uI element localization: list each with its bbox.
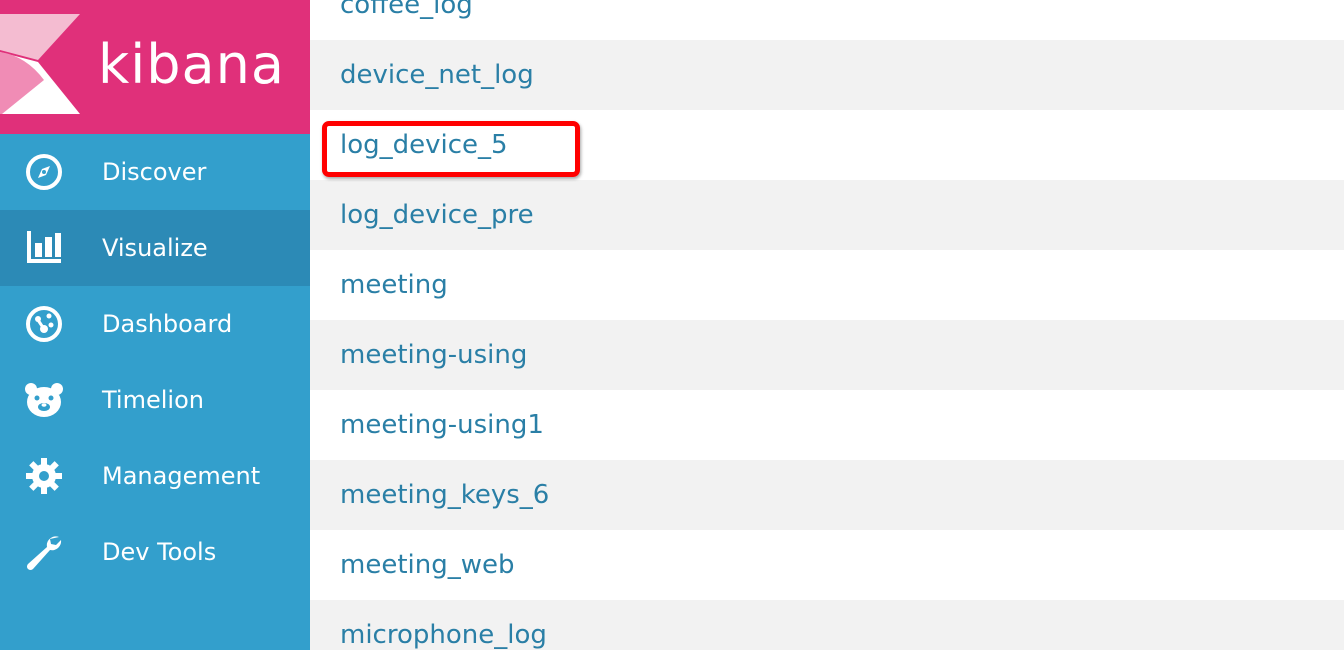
- list-item-link[interactable]: log_device_pre: [340, 180, 534, 250]
- list-item-link[interactable]: meeting_keys_6: [340, 460, 549, 530]
- nav-item-management[interactable]: Management: [0, 438, 310, 514]
- nav-item-timelion[interactable]: Timelion: [0, 362, 310, 438]
- nav-item-visualize[interactable]: Visualize: [0, 210, 310, 286]
- nav-item-discover[interactable]: Discover: [0, 134, 310, 210]
- kibana-logo-mark-icon: [0, 14, 80, 114]
- list-container: coffee_log device_net_log log_device_5 l…: [310, 0, 1344, 650]
- list-item[interactable]: microphone_log: [310, 600, 1344, 650]
- list-item-link[interactable]: coffee_log: [340, 0, 473, 40]
- visualization-list: coffee_log device_net_log log_device_5 l…: [310, 0, 1344, 650]
- nav-item-dev-tools[interactable]: Dev Tools: [0, 514, 310, 590]
- nav-item-label: Dev Tools: [102, 538, 217, 566]
- list-item-link[interactable]: meeting-using: [340, 320, 527, 390]
- kibana-logo-text: kibana: [98, 33, 285, 96]
- dashboard-gauge-icon: [24, 305, 64, 343]
- nav-item-label: Dashboard: [102, 310, 233, 338]
- list-item[interactable]: device_net_log: [310, 40, 1344, 110]
- list-item-link[interactable]: microphone_log: [340, 600, 547, 650]
- bear-icon: [24, 381, 64, 419]
- list-item-link[interactable]: meeting_web: [340, 530, 514, 600]
- list-item[interactable]: meeting: [310, 250, 1344, 320]
- list-item[interactable]: coffee_log: [310, 0, 1344, 40]
- list-item-link[interactable]: log_device_5: [340, 110, 508, 180]
- list-item-link[interactable]: device_net_log: [340, 40, 534, 110]
- nav-item-label: Timelion: [102, 386, 204, 414]
- sidebar: kibana Discover Visualize Dashboard Time…: [0, 0, 310, 650]
- bar-chart-icon: [24, 229, 64, 267]
- list-item[interactable]: meeting_web: [310, 530, 1344, 600]
- list-item[interactable]: meeting-using: [310, 320, 1344, 390]
- kibana-logo[interactable]: kibana: [0, 0, 310, 134]
- list-item[interactable]: log_device_pre: [310, 180, 1344, 250]
- nav-item-label: Visualize: [102, 234, 208, 262]
- nav-item-label: Discover: [102, 158, 207, 186]
- nav-item-label: Management: [102, 462, 261, 490]
- compass-icon: [24, 153, 64, 191]
- nav-item-dashboard[interactable]: Dashboard: [0, 286, 310, 362]
- gear-icon: [24, 457, 64, 495]
- wrench-icon: [24, 533, 64, 571]
- kibana-app: kibana Discover Visualize Dashboard Time…: [0, 0, 1344, 650]
- list-item-link[interactable]: meeting-using1: [340, 390, 544, 460]
- list-item-highlighted[interactable]: log_device_5: [310, 110, 1344, 180]
- list-item[interactable]: meeting_keys_6: [310, 460, 1344, 530]
- list-item[interactable]: meeting-using1: [310, 390, 1344, 460]
- list-item-link[interactable]: meeting: [340, 250, 448, 320]
